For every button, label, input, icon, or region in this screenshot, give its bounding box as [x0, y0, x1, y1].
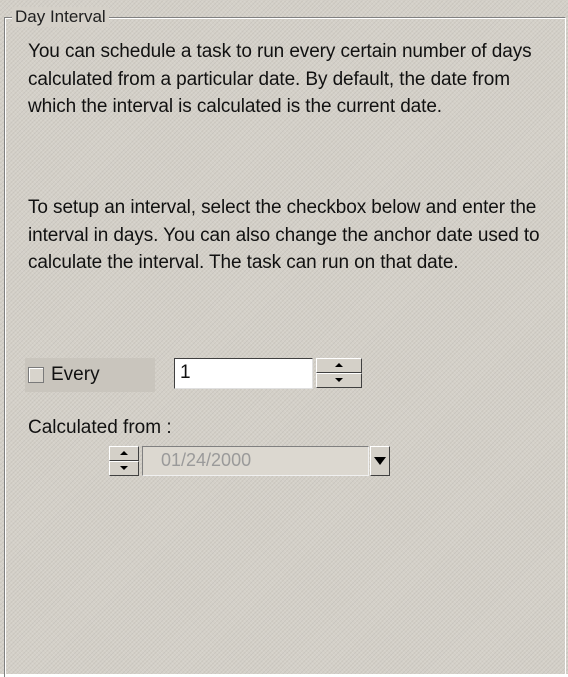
date-spinner[interactable]	[109, 445, 139, 477]
chevron-down-icon	[374, 457, 386, 465]
interval-spinner[interactable]	[316, 357, 362, 389]
arrow-up-icon	[335, 363, 343, 367]
interval-days-input[interactable]: 1	[174, 358, 313, 389]
description-paragraph-2: To setup an interval, select the checkbo…	[28, 197, 540, 273]
date-spinner-down-button[interactable]	[109, 461, 139, 476]
interval-spinner-down-button[interactable]	[316, 373, 362, 388]
date-spinner-up-button[interactable]	[109, 446, 139, 461]
every-checkbox-label[interactable]: Every	[51, 364, 100, 386]
group-title: Day Interval	[12, 7, 109, 27]
day-interval-panel: You can schedule a task to run every cer…	[0, 0, 568, 677]
anchor-date-field[interactable]: 01/24/2000	[142, 446, 369, 476]
calculated-from-label: Calculated from :	[28, 417, 172, 438]
date-dropdown-button[interactable]	[370, 446, 390, 476]
interval-spinner-up-button[interactable]	[316, 358, 362, 373]
arrow-down-icon	[335, 378, 343, 382]
arrow-down-icon	[120, 466, 128, 470]
every-checkbox-row[interactable]: Every	[25, 358, 155, 392]
day-interval-groupbox: You can schedule a task to run every cer…	[4, 17, 566, 677]
description-paragraph-1: You can schedule a task to run every cer…	[28, 41, 532, 117]
arrow-up-icon	[120, 451, 128, 455]
every-checkbox[interactable]	[28, 367, 44, 383]
